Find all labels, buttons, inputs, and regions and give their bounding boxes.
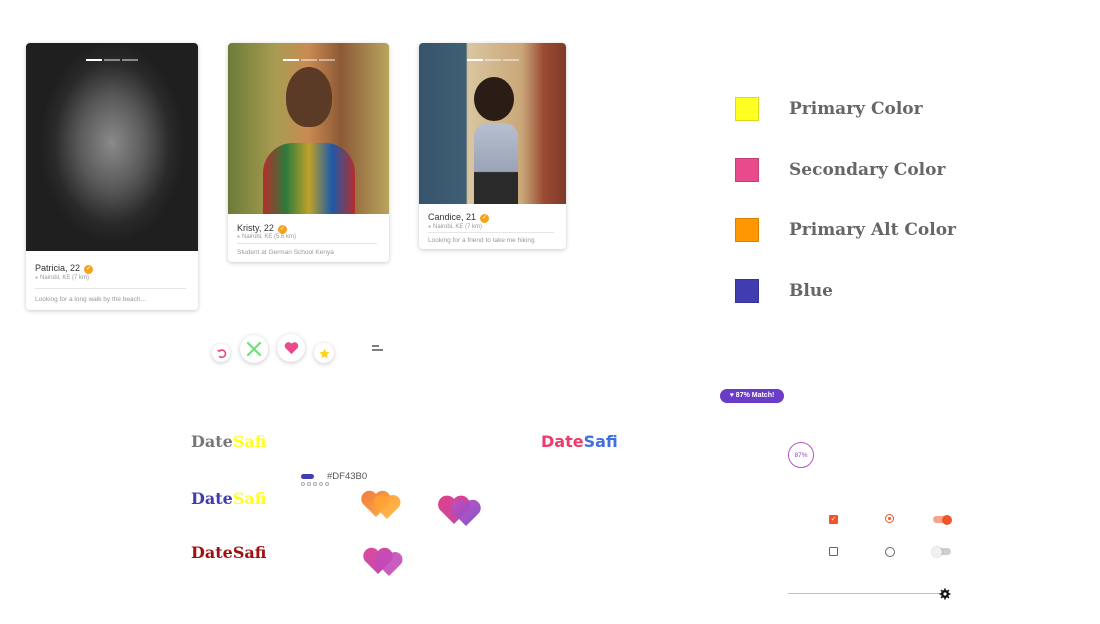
radio-unchecked[interactable] — [885, 547, 895, 557]
datesafi-logo: DateSafi — [191, 489, 267, 508]
divider — [237, 243, 377, 244]
verified-icon: ✓ — [84, 265, 94, 274]
heart-icon: ♥ — [729, 392, 734, 399]
profile-bio: Looking for a friend to take me hiking — [428, 237, 535, 244]
profile-photo-subject — [286, 67, 332, 127]
primary-alt-color-label: Primary Alt Color — [789, 220, 956, 240]
divider — [35, 288, 186, 289]
profile-photo-subject — [263, 143, 355, 214]
match-percent-ring: 87% — [788, 442, 814, 468]
superlike-button[interactable] — [314, 343, 334, 363]
primary-color-label: Primary Color — [789, 99, 923, 119]
datesafi-logo: DateSafi — [541, 432, 618, 451]
toggle-on[interactable] — [933, 514, 952, 525]
blue-color-swatch — [735, 279, 759, 303]
photo-indicator — [86, 59, 138, 61]
color-hex-label: #DF43B0 — [327, 471, 368, 482]
color-chip — [301, 474, 314, 479]
secondary-color-label: Secondary Color — [789, 160, 946, 180]
star-icon — [318, 347, 330, 358]
undo-icon — [216, 348, 226, 358]
blue-color-label: Blue — [789, 281, 834, 301]
profile-bio: Student at German School Kenya — [237, 249, 334, 256]
profile-location: Nairobi, KE (7 km) — [35, 275, 89, 281]
primary-alt-color-swatch — [735, 218, 759, 242]
checkbox-unchecked[interactable] — [829, 547, 838, 556]
photo-indicator — [466, 59, 519, 61]
heart-icon — [284, 342, 298, 355]
profile-card[interactable]: Kristy, 22✓ Nairobi, KE (5.6 km) Student… — [228, 43, 389, 262]
datesafi-logo: DateSafi — [191, 432, 267, 451]
profile-photo — [26, 43, 198, 251]
profile-card[interactable]: Candice, 21✓ Nairobi, KE (7 km) Looking … — [419, 43, 566, 249]
like-button[interactable] — [277, 334, 305, 362]
verified-icon: ✓ — [480, 214, 490, 223]
checkbox-checked[interactable]: ✓ — [829, 515, 838, 524]
profile-card[interactable]: Patricia, 22✓ Nairobi, KE (7 km) Looking… — [26, 43, 198, 310]
photo-indicator — [282, 59, 335, 61]
profile-name: Kristy, 22 ✓ — [237, 223, 287, 234]
datesafi-logo: DateSafi — [191, 543, 267, 562]
profile-location: Nairobi, KE (5.6 km) — [237, 234, 296, 240]
primary-color-swatch — [735, 97, 759, 121]
profile-location: Nairobi, KE (7 km) — [428, 224, 482, 230]
profile-bio: Looking for a long walk by the beach... — [35, 296, 146, 303]
match-percent-value: 87% — [794, 451, 808, 459]
radio-checked[interactable] — [885, 514, 894, 523]
profile-photo-subject — [474, 77, 514, 121]
double-heart-logo-pink — [363, 547, 403, 576]
menu-icon[interactable] — [372, 344, 383, 352]
reject-button[interactable] — [240, 335, 268, 363]
secondary-color-swatch — [735, 158, 759, 182]
profile-photo-subject — [474, 123, 518, 204]
double-heart-logo-magenta — [438, 495, 481, 526]
profile-name: Patricia, 22 ✓ — [35, 263, 94, 274]
slider-track[interactable] — [788, 593, 944, 594]
profile-name: Candice, 21 ✓ — [428, 212, 490, 223]
divider — [428, 232, 554, 233]
color-dots — [301, 482, 329, 486]
verified-icon: ✓ — [277, 225, 287, 234]
gear-icon[interactable] — [939, 588, 951, 600]
undo-button[interactable] — [212, 344, 230, 362]
toggle-off[interactable] — [932, 546, 951, 557]
match-badge: ♥ 87% Match! — [720, 389, 784, 403]
double-heart-logo-orange — [361, 490, 401, 519]
close-icon — [246, 341, 262, 357]
